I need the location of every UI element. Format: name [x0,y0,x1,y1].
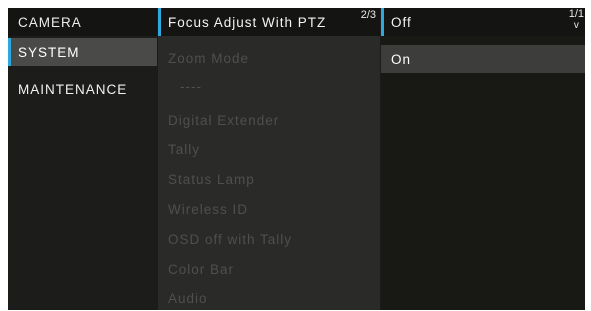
item-osd-off-with-tally[interactable]: OSD off with Tally [158,225,380,253]
item-label: ---- [180,78,202,94]
item-audio[interactable]: Audio [158,284,380,310]
category-label: MAINTENANCE [18,81,128,97]
selection-marker [8,38,11,66]
item-color-bar[interactable]: Color Bar [158,255,380,283]
item-label: Audio [168,290,208,306]
osd-menu-screen: CAMERA SYSTEM MAINTENANCE Focus Adjust W… [8,8,585,310]
category-maintenance[interactable]: MAINTENANCE [8,75,157,103]
item-column: Focus Adjust With PTZ 2/3 Zoom Mode ----… [158,8,380,310]
item-label: Status Lamp [168,171,255,187]
selection-marker [158,8,161,36]
option-column: Off 1/1 v On [381,8,585,310]
option-on[interactable]: On [381,45,585,73]
item-separator: ---- [158,72,380,100]
item-wireless-id[interactable]: Wireless ID [158,195,380,223]
item-digital-extender[interactable]: Digital Extender [158,106,380,134]
item-tally[interactable]: Tally [158,135,380,163]
item-label: Digital Extender [168,112,280,128]
option-label: On [391,51,412,67]
item-label: Tally [168,141,201,157]
item-label: OSD off with Tally [168,231,293,247]
category-camera[interactable]: CAMERA [8,8,157,36]
option-label: Off [391,14,412,30]
item-focus-adjust-with-ptz[interactable]: Focus Adjust With PTZ 2/3 [158,8,380,36]
item-zoom-mode[interactable]: Zoom Mode [158,44,380,72]
selection-marker [381,8,384,36]
option-off[interactable]: Off 1/1 v [381,8,585,36]
item-label: Color Bar [168,261,235,277]
category-column: CAMERA SYSTEM MAINTENANCE [8,8,157,310]
category-label: SYSTEM [18,44,80,60]
category-label: CAMERA [18,14,82,30]
item-label: Focus Adjust With PTZ [168,14,327,30]
item-label: Wireless ID [168,201,249,217]
item-status-lamp[interactable]: Status Lamp [158,165,380,193]
down-arrow-icon: v [573,20,579,31]
options-page-indicator: 1/1 v [568,8,584,32]
items-page-indicator: 2/3 [360,9,376,21]
category-system[interactable]: SYSTEM [8,38,157,66]
options-page-number: 1/1 [568,8,584,20]
item-label: Zoom Mode [168,50,250,66]
